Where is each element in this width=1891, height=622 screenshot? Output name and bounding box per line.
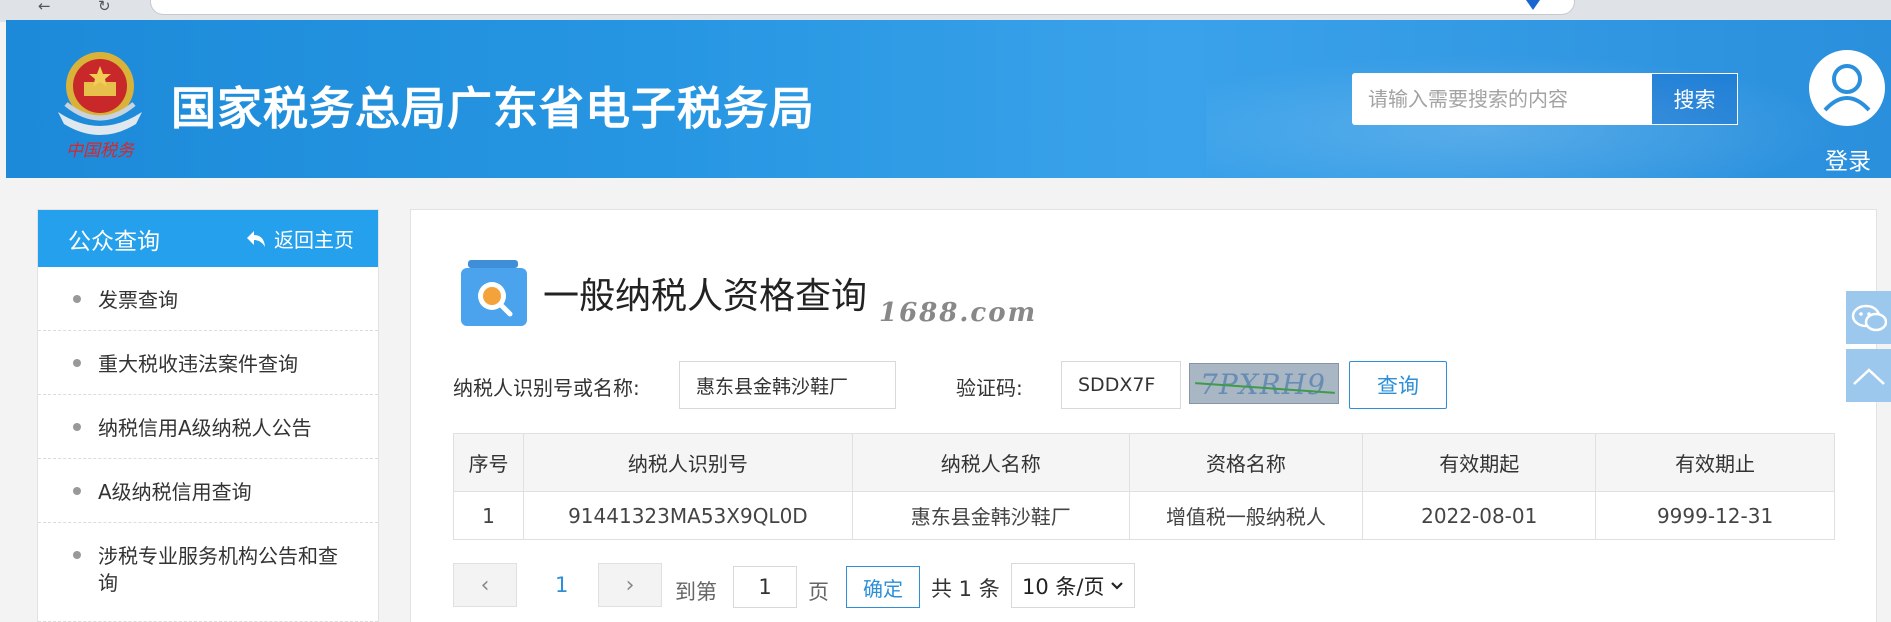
- column-header: 序号: [453, 433, 524, 492]
- result-table: 序号 纳税人识别号 纳税人名称 资格名称 有效期起 有效期止 1 9144132…: [453, 433, 1835, 540]
- table-cell: 惠东县金韩沙鞋厂: [851, 491, 1130, 540]
- chevron-down-icon: [1111, 581, 1123, 590]
- sidebar-item-label: A级纳税信用查询: [98, 480, 252, 504]
- sidebar-item-a-grade-announcement[interactable]: 纳税信用A级纳税人公告: [38, 395, 378, 459]
- goto-page-input[interactable]: [733, 566, 797, 608]
- sidebar-item-a-grade-credit-query[interactable]: A级纳税信用查询: [38, 459, 378, 523]
- column-header: 资格名称: [1128, 433, 1364, 492]
- page-unit-label: 页: [808, 580, 829, 604]
- sidebar-item-tax-violation-cases[interactable]: 重大税收违法案件查询: [38, 331, 378, 395]
- taxpayer-label: 纳税人识别号或名称:: [453, 376, 640, 400]
- prev-page-button[interactable]: ‹: [453, 563, 517, 607]
- table-header-row: 序号 纳税人识别号 纳税人名称 资格名称 有效期起 有效期止: [453, 433, 1835, 492]
- sidebar-title: 公众查询: [68, 228, 160, 255]
- search-input[interactable]: [1352, 73, 1652, 125]
- login-link[interactable]: 登录: [1816, 142, 1880, 176]
- reload-icon[interactable]: ↻: [98, 0, 111, 14]
- sidebar-item-invoice-query[interactable]: 发票查询: [38, 267, 378, 331]
- chevron-right-icon: ›: [625, 572, 635, 598]
- captcha-image[interactable]: 7PXRH9: [1189, 363, 1339, 404]
- query-document-icon: [461, 260, 527, 326]
- taxpayer-input[interactable]: [679, 361, 896, 409]
- table-cell: 增值税一般纳税人: [1128, 491, 1364, 540]
- svg-text:中国税务: 中国税务: [66, 141, 136, 161]
- goto-label: 到第: [675, 580, 717, 604]
- sidebar: 公众查询 返回主页 发票查询 重大税收违法案件查询 纳税信用A级纳税人公告 A级…: [37, 209, 379, 622]
- page-size-select[interactable]: 10 条/页: [1011, 563, 1135, 608]
- next-page-button[interactable]: ›: [598, 563, 662, 607]
- wechat-icon: [1851, 304, 1887, 331]
- current-page-number[interactable]: 1: [555, 573, 568, 597]
- search-button[interactable]: 搜索: [1651, 73, 1738, 125]
- table-cell: 1: [453, 491, 524, 540]
- back-arrow-icon[interactable]: ←: [38, 0, 51, 14]
- chevron-left-icon: ‹: [480, 572, 490, 598]
- column-header: 有效期起: [1362, 433, 1597, 492]
- page-size-value: 10 条/页: [1022, 574, 1105, 599]
- table-cell: 9999-12-31: [1595, 491, 1835, 540]
- sidebar-item-label: 重大税收违法案件查询: [98, 352, 298, 376]
- captcha-input[interactable]: [1061, 361, 1181, 409]
- captcha-label: 验证码:: [956, 376, 1023, 400]
- query-panel: 一般纳税人资格查询 1688.com 纳税人识别号或名称: 验证码: 7PXRH…: [410, 209, 1877, 622]
- site-title: 国家税务总局广东省电子税务局: [171, 82, 816, 135]
- tax-emblem-logo: 中国税务: [58, 52, 142, 161]
- back-to-top-button[interactable]: [1846, 349, 1891, 402]
- confirm-button[interactable]: 确定: [846, 566, 920, 608]
- back-arrow-icon: [247, 230, 265, 247]
- site-header: 中国税务 国家税务总局广东省电子税务局 搜索 登录: [6, 20, 1891, 178]
- back-home-link[interactable]: 返回主页: [246, 224, 354, 253]
- table-cell: 91441323MA53X9QL0D: [522, 491, 853, 540]
- back-home-label: 返回主页: [274, 228, 354, 252]
- column-header: 纳税人识别号: [522, 433, 853, 492]
- page-title: 一般纳税人资格查询: [543, 276, 868, 317]
- watermark: 1688.com: [879, 298, 1038, 328]
- sidebar-item-label: 纳税信用A级纳税人公告: [98, 416, 312, 440]
- sidebar-header: 公众查询 返回主页: [38, 210, 378, 267]
- browser-toolbar: ← ↻: [0, 0, 1891, 22]
- total-count: 共 1 条: [931, 577, 1000, 601]
- sidebar-item-tax-agency-query[interactable]: 涉税专业服务机构公告和查询: [38, 523, 378, 622]
- table-cell: 2022-08-01: [1362, 491, 1597, 540]
- chevron-up-icon: [1852, 367, 1885, 385]
- column-header: 纳税人名称: [851, 433, 1130, 492]
- sidebar-item-label: 涉税专业服务机构公告和查询: [98, 544, 338, 595]
- user-avatar-icon[interactable]: [1809, 50, 1885, 126]
- wechat-float-button[interactable]: [1846, 291, 1891, 344]
- query-button[interactable]: 查询: [1349, 361, 1447, 409]
- column-header: 有效期止: [1595, 433, 1835, 492]
- table-row: 1 91441323MA53X9QL0D 惠东县金韩沙鞋厂 增值税一般纳税人 2…: [453, 491, 1835, 540]
- sidebar-item-label: 发票查询: [98, 288, 178, 312]
- address-bar[interactable]: [150, 0, 1575, 15]
